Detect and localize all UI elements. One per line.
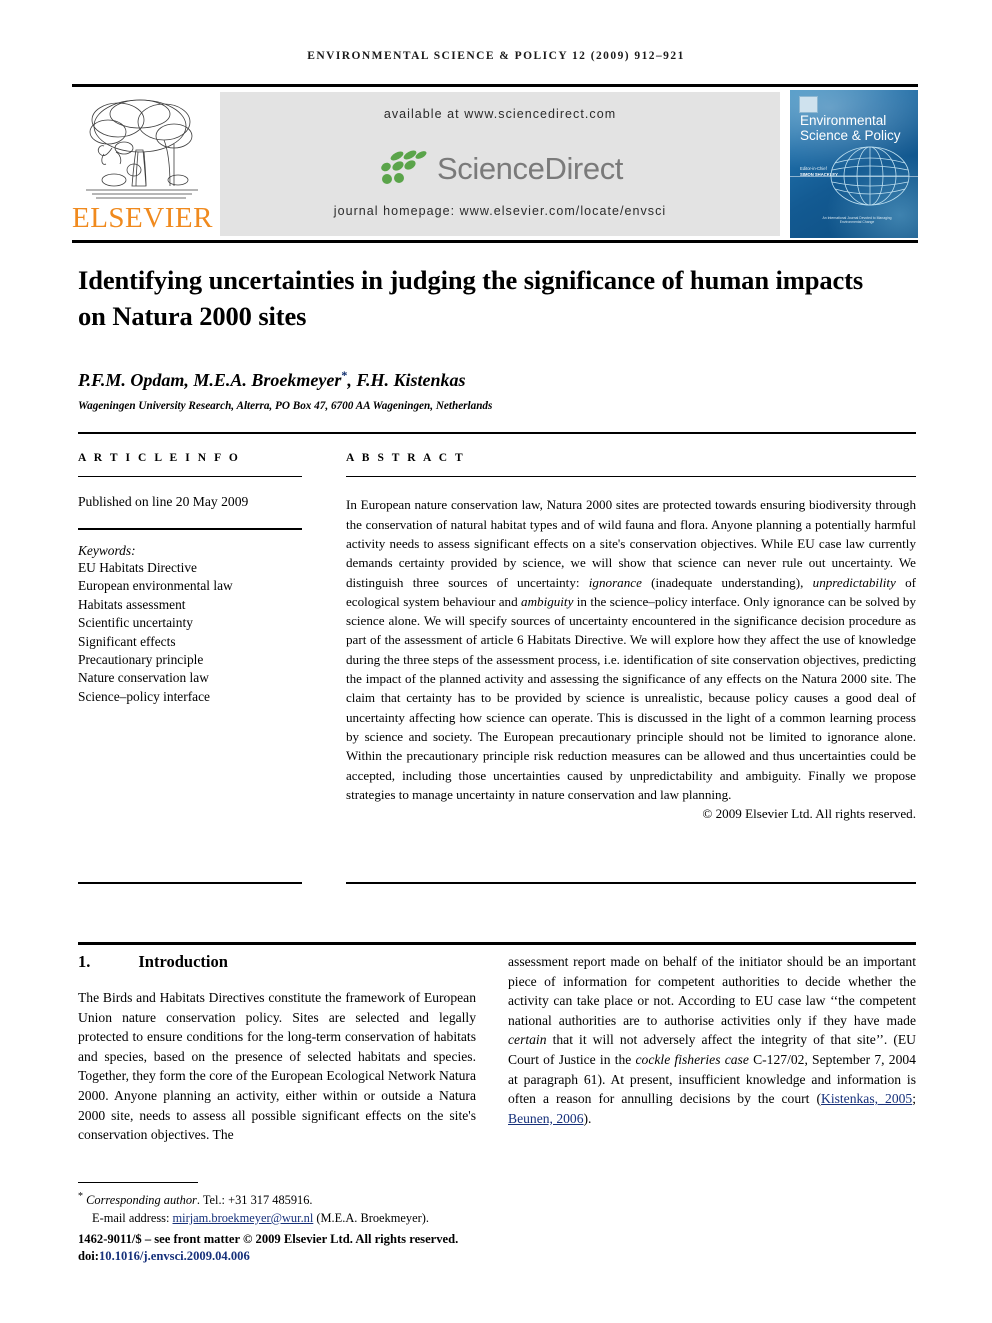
footnote-rule xyxy=(78,1182,198,1184)
cover-footer-note: An International Journal Devoted to Mana… xyxy=(822,216,892,224)
elsevier-wordmark: ELSEVIER xyxy=(72,202,213,234)
info-bottom-rule xyxy=(78,882,302,884)
right-emphasis-certain: certain xyxy=(508,1032,547,1048)
corresponding-author-label: Corresponding author xyxy=(86,1193,197,1208)
masthead: ELSEVIER available at www.sciencedirect.… xyxy=(72,90,918,238)
page-title: Identifying uncertainties in judging the… xyxy=(78,265,864,331)
email-label: E-mail address: xyxy=(92,1210,173,1225)
globe-icon xyxy=(830,146,910,206)
sciencedirect-leaves-icon xyxy=(381,150,427,184)
abstract-heading: A B S T R A C T xyxy=(346,452,466,464)
right-part-4: ). xyxy=(583,1110,592,1126)
footnote-marker: * xyxy=(78,1191,83,1202)
email-line: E-mail address: mirjam.broekmeyer@wur.nl… xyxy=(78,1210,498,1228)
section-number: 1. xyxy=(78,952,91,971)
abstract-emphasis-ambiguity: ambiguity xyxy=(521,593,574,609)
right-part-1: assessment report made on behalf of the … xyxy=(508,954,916,1028)
cover-editor-label: Editor-in-Chief xyxy=(800,166,827,171)
keywords-rule xyxy=(78,528,302,530)
keyword-item: Precautionary principle xyxy=(78,652,204,668)
keyword-item: European environmental law xyxy=(78,578,233,594)
body-top-rule xyxy=(78,942,916,945)
abstract-emphasis-unpredictability: unpredictability xyxy=(812,574,896,590)
article-info-heading: A R T I C L E I N F O xyxy=(78,452,241,464)
sciencedirect-logo: ScienceDirect xyxy=(220,144,780,194)
email-owner: (M.E.A. Broekmeyer). xyxy=(313,1210,429,1225)
cover-title: Environmental Science & Policy xyxy=(800,113,901,143)
masthead-top-rule xyxy=(72,84,918,87)
article-info-column: A R T I C L E I N F O Published on line … xyxy=(78,452,302,706)
abstract-emphasis-ignorance: ignorance xyxy=(588,574,642,590)
body-column-left: The Birds and Habitats Directives consti… xyxy=(78,990,476,1143)
citation-link-beunen[interactable]: Beunen, 2006 xyxy=(508,1111,584,1126)
corresponding-author-line: * Corresponding author. Tel.: +31 317 48… xyxy=(78,1188,498,1210)
authors-tail: , F.H. Kistenkas xyxy=(347,370,466,390)
sciencedirect-wordmark: ScienceDirect xyxy=(436,151,624,186)
article-info-rule xyxy=(78,476,302,478)
body-column-right: assessment report made on behalf of the … xyxy=(508,952,916,1128)
section-heading: 1. Introduction xyxy=(78,952,228,972)
sciencedirect-banner: available at www.sciencedirect.com Scien… xyxy=(220,92,780,236)
keyword-item: Habitats assessment xyxy=(78,596,186,612)
keyword-item: Significant effects xyxy=(78,633,176,649)
abstract-copyright: © 2009 Elsevier Ltd. All rights reserved… xyxy=(702,806,916,822)
abstract-bottom-rule xyxy=(346,882,916,884)
published-date: Published on line 20 May 2009 xyxy=(78,494,249,510)
section-title: Introduction xyxy=(138,952,228,971)
running-head: Environmental Science & Policy 12 (2009)… xyxy=(307,50,685,62)
elsevier-logo: ELSEVIER xyxy=(72,90,212,238)
keyword-item: Science–policy interface xyxy=(78,688,210,704)
right-emphasis-cockle-case: cockle fisheries case xyxy=(635,1051,749,1067)
cover-publisher-badge-icon xyxy=(799,96,818,113)
info-top-rule xyxy=(78,432,916,434)
authors-main: P.F.M. Opdam, M.E.A. Broekmeyer xyxy=(78,370,342,390)
keyword-item: Nature conservation law xyxy=(78,670,209,686)
journal-homepage-text: journal homepage: www.elsevier.com/locat… xyxy=(333,204,667,218)
abstract-part-4: in the science–policy interface. Only ig… xyxy=(346,593,916,802)
abstract-part-2: (inadequate understanding), xyxy=(641,574,813,590)
available-at-text: available at www.sciencedirect.com xyxy=(383,107,617,121)
abstract-rule xyxy=(346,476,916,478)
footnote-block: * Corresponding author. Tel.: +31 317 48… xyxy=(78,1188,498,1227)
article-page: Environmental Science & Policy 12 (2009)… xyxy=(0,0,992,1323)
citation-separator: ; xyxy=(912,1091,916,1107)
frontmatter-line: 1462-9011/$ – see front matter © 2009 El… xyxy=(78,1232,459,1246)
keywords-label: Keywords: xyxy=(78,542,136,558)
corresponding-author-tel: . Tel.: +31 317 485916. xyxy=(196,1193,313,1208)
citation-link-kistenkas[interactable]: Kistenkas, 2005 xyxy=(821,1091,912,1106)
email-link[interactable]: mirjam.broekmeyer@wur.nl xyxy=(173,1211,314,1225)
keyword-item: Scientific uncertainty xyxy=(78,615,193,631)
elsevier-tree-icon xyxy=(86,99,198,199)
journal-cover-thumbnail: Environmental Science & Policy Editor-in… xyxy=(790,90,918,238)
frontmatter-block: 1462-9011/$ – see front matter © 2009 El… xyxy=(78,1231,538,1265)
masthead-bottom-rule xyxy=(72,240,918,243)
doi-label: doi: xyxy=(78,1249,99,1264)
doi-line: doi:10.1016/j.envsci.2009.04.006 xyxy=(78,1248,538,1265)
abstract-text: In European nature conservation law, Nat… xyxy=(346,495,916,804)
affiliation: Wageningen University Research, Alterra,… xyxy=(78,400,493,412)
author-list: P.F.M. Opdam, M.E.A. Broekmeyer*, F.H. K… xyxy=(78,368,878,391)
keyword-item: EU Habitats Directive xyxy=(78,559,197,575)
abstract-column: A B S T R A C T In European nature conse… xyxy=(346,452,916,822)
doi-value: 10.1016/j.envsci.2009.04.006 xyxy=(99,1249,250,1264)
